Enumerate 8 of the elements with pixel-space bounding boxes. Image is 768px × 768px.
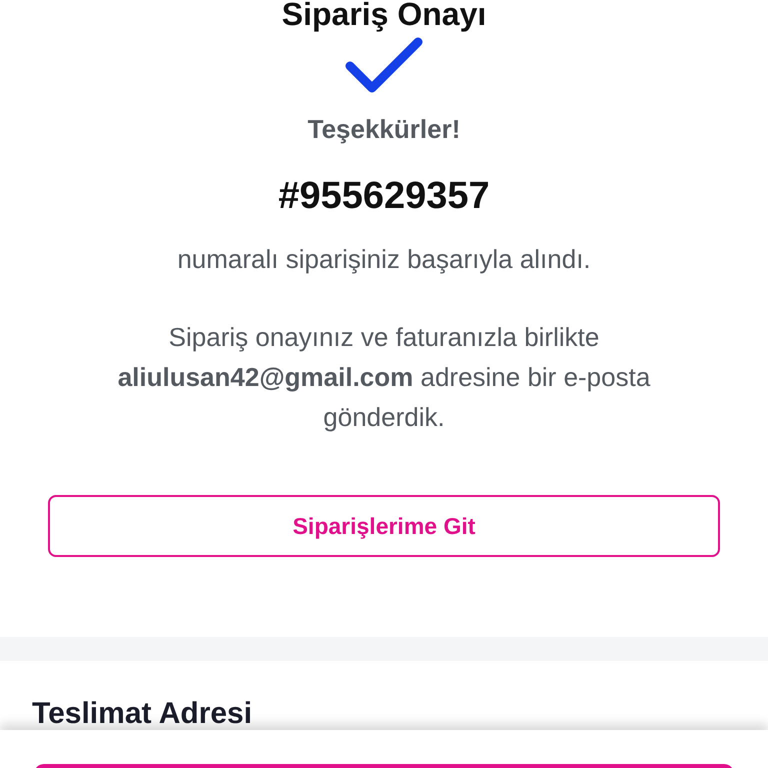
section-title: Teslimat Adresi: [32, 697, 254, 731]
thanks-text: Teşekkürler!: [308, 114, 460, 145]
email-confirmation-text: Sipariş onayınız ve faturanızla birlikte aliulusan42@gmail.com adresine bir e-posta gönderdik.: [116, 321, 652, 434]
my-orders-button[interactable]: Siparişlerime Git: [48, 495, 720, 557]
order-received-text: numaralı siparişiniz başarıyla alındı.: [177, 244, 591, 275]
order-number: #955629357: [278, 175, 490, 218]
page-title: Sipariş Onayı: [282, 0, 486, 34]
checkmark-icon: [344, 36, 424, 94]
